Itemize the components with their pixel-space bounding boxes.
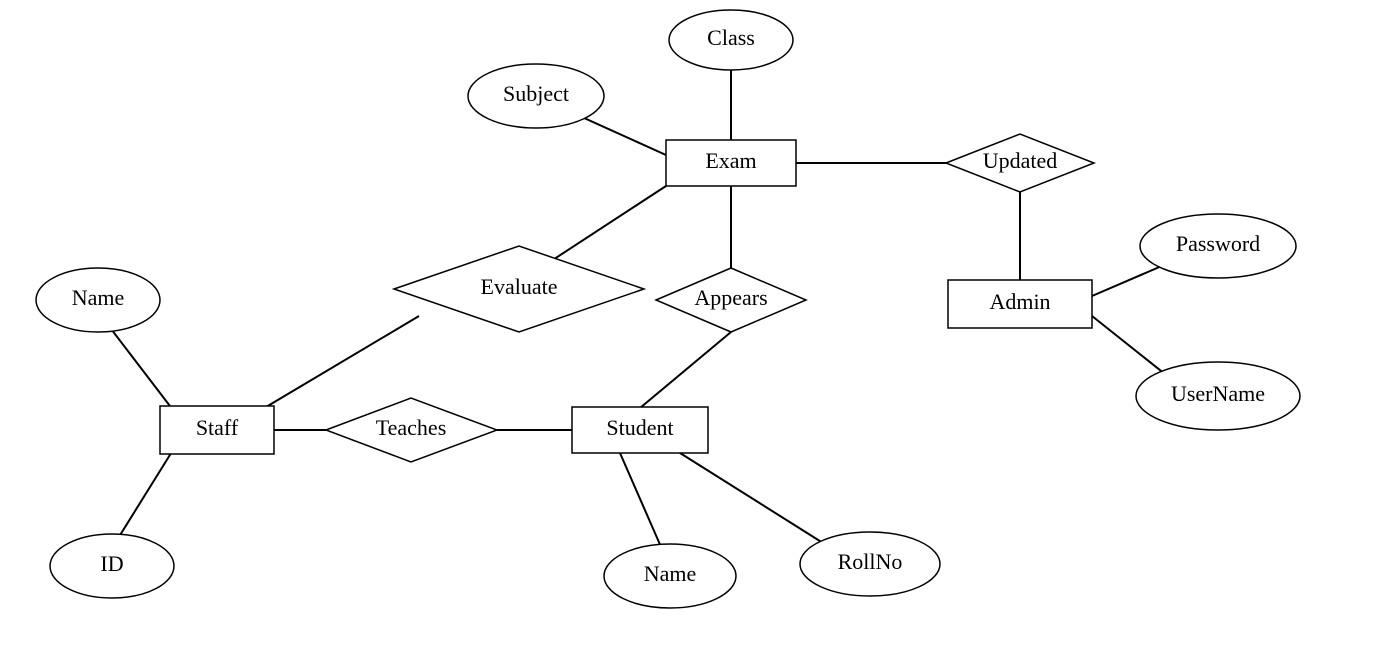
attribute-subject: Subject [468, 64, 604, 128]
relationship-updated: Updated [946, 134, 1094, 192]
entity-staff-label: Staff [196, 415, 239, 440]
attribute-student-name: Name [604, 544, 736, 608]
entity-admin-label: Admin [989, 289, 1050, 314]
entity-exam-label: Exam [705, 148, 756, 173]
attribute-class: Class [669, 10, 793, 70]
attribute-staff-name: Name [36, 268, 160, 332]
attribute-student-rollno-label: RollNo [838, 549, 903, 574]
relationship-appears: Appears [656, 268, 806, 332]
attribute-class-label: Class [707, 25, 755, 50]
entity-exam: Exam [666, 140, 796, 186]
relationship-evaluate: Evaluate [394, 246, 644, 332]
attribute-username-label: UserName [1171, 381, 1265, 406]
attribute-staff-id-label: ID [100, 551, 123, 576]
relationship-evaluate-label: Evaluate [481, 274, 558, 299]
attribute-subject-label: Subject [503, 81, 569, 106]
attribute-password: Password [1140, 214, 1296, 278]
relationship-updated-label: Updated [983, 148, 1058, 173]
attribute-staff-id: ID [50, 534, 174, 598]
relationship-teaches-label: Teaches [376, 415, 447, 440]
entity-admin: Admin [948, 280, 1092, 328]
relationship-appears-label: Appears [694, 285, 767, 310]
attribute-student-rollno: RollNo [800, 532, 940, 596]
attribute-password-label: Password [1176, 231, 1260, 256]
attribute-staff-name-label: Name [72, 285, 125, 310]
entity-student-label: Student [606, 415, 673, 440]
attribute-username: UserName [1136, 362, 1300, 430]
attribute-student-name-label: Name [644, 561, 697, 586]
er-diagram: Class Subject Exam Updated Admin Passwor… [0, 0, 1392, 668]
entity-student: Student [572, 407, 708, 453]
entity-staff: Staff [160, 406, 274, 454]
relationship-teaches: Teaches [326, 398, 497, 462]
